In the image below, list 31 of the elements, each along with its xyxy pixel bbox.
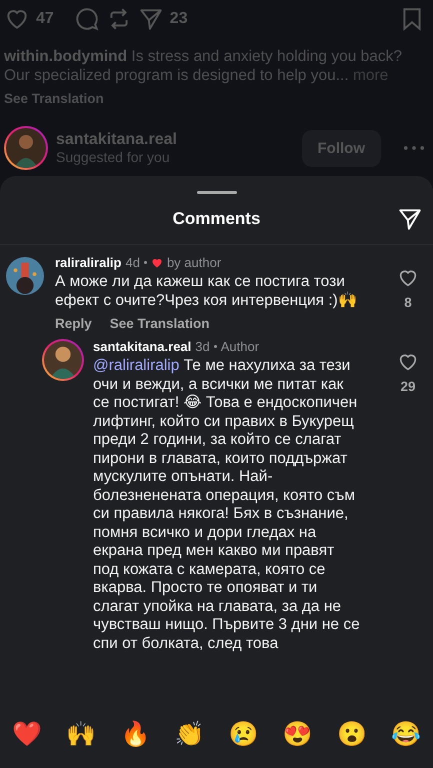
reaction-button[interactable]: 🔥 <box>116 718 154 751</box>
avatar-ring[interactable] <box>4 126 48 170</box>
reaction-button[interactable]: 😢 <box>224 718 263 751</box>
like-count: 8 <box>404 295 412 310</box>
comment-time: 3d <box>195 339 210 354</box>
author-label: by author <box>166 255 222 270</box>
like-count: 47 <box>36 10 54 28</box>
username[interactable]: raliraliralip <box>55 255 122 270</box>
username[interactable]: santakitana.real <box>93 339 192 354</box>
like-count: 29 <box>400 379 416 394</box>
separator-dot <box>214 345 217 348</box>
suggestion-label: Suggested for you <box>56 149 171 165</box>
reaction-button[interactable]: 👏 <box>170 718 208 751</box>
avatar-ring[interactable] <box>42 339 84 381</box>
reaction-button[interactable]: 😂 <box>386 718 425 751</box>
reaction-button[interactable]: 😮 <box>332 718 371 751</box>
reaction-button[interactable]: 😍 <box>278 718 317 751</box>
reaction-button[interactable]: ❤ <box>8 718 46 751</box>
reaction-button[interactable]: 🙌 <box>62 718 100 751</box>
sheet-title: Comments <box>172 209 260 229</box>
comment-text: А може ли да кажеш как се постига този ефект с очите?Чрез коя интервенция :)🙌 <box>55 273 358 310</box>
comment-text: @raliraliralip Те ме нахулиха за тези очи и вежди, а всички ме питат как се постигат! 😂 Това е ендоскопичен лифтинг, който си правих в Букурещ преди 2 години, за който се слагат пирони в главата, които поддържат мускулите опънати. Най-болезненената операция, която съм си правила някога! Бях в съзнание, помня всичко и дори гледах на екрана пред мен какво ми правят под кожата с камерата, която се вкарва. Просто те опояват и ти слагат упойка на главата, за да не чувстваш нищо. Първите 3 дни не се спи от болката, след това <box>93 357 361 653</box>
author-label: Author <box>220 339 260 354</box>
share-count: 23 <box>170 10 188 28</box>
separator-dot <box>144 261 147 264</box>
see-translation-link[interactable]: See Translation <box>110 316 210 331</box>
reply-link[interactable]: Reply <box>55 316 92 331</box>
comment-icon[interactable] <box>74 6 100 32</box>
more-icon[interactable] <box>403 145 425 151</box>
comment-time: 4d <box>125 255 140 270</box>
drag-handle[interactable] <box>196 191 236 194</box>
